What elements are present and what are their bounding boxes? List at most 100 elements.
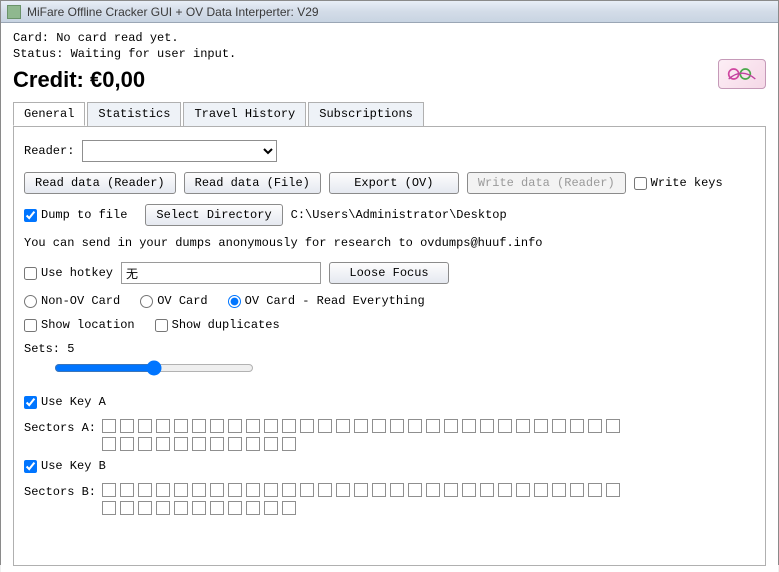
- sector-a-23-checkbox[interactable]: [516, 419, 530, 433]
- use-key-a-wrap[interactable]: Use Key A: [24, 395, 106, 409]
- sector-a-30-checkbox[interactable]: [120, 437, 134, 451]
- sector-b-30-checkbox[interactable]: [120, 501, 134, 515]
- sector-b-12-checkbox[interactable]: [318, 483, 332, 497]
- use-hotkey-wrap[interactable]: Use hotkey: [24, 266, 113, 280]
- sector-a-19-checkbox[interactable]: [444, 419, 458, 433]
- sector-a-12-checkbox[interactable]: [318, 419, 332, 433]
- ov-radio[interactable]: [140, 295, 153, 308]
- ov-radio-wrap[interactable]: OV Card: [140, 294, 207, 308]
- sector-a-39-checkbox[interactable]: [282, 437, 296, 451]
- tab-subscriptions[interactable]: Subscriptions: [308, 102, 424, 126]
- sector-a-10-checkbox[interactable]: [282, 419, 296, 433]
- sector-b-33-checkbox[interactable]: [174, 501, 188, 515]
- sector-b-36-checkbox[interactable]: [228, 501, 242, 515]
- sector-b-18-checkbox[interactable]: [426, 483, 440, 497]
- sector-b-19-checkbox[interactable]: [444, 483, 458, 497]
- sector-a-9-checkbox[interactable]: [264, 419, 278, 433]
- sector-a-28-checkbox[interactable]: [606, 419, 620, 433]
- tab-general[interactable]: General: [13, 102, 85, 126]
- sector-b-31-checkbox[interactable]: [138, 501, 152, 515]
- sector-b-14-checkbox[interactable]: [354, 483, 368, 497]
- sector-a-5-checkbox[interactable]: [192, 419, 206, 433]
- sector-b-17-checkbox[interactable]: [408, 483, 422, 497]
- sector-b-10-checkbox[interactable]: [282, 483, 296, 497]
- sector-b-7-checkbox[interactable]: [228, 483, 242, 497]
- sector-b-5-checkbox[interactable]: [192, 483, 206, 497]
- sector-b-1-checkbox[interactable]: [120, 483, 134, 497]
- ov-everything-radio-wrap[interactable]: OV Card - Read Everything: [228, 294, 425, 308]
- sector-a-2-checkbox[interactable]: [138, 419, 152, 433]
- export-ov-button[interactable]: Export (OV): [329, 172, 459, 194]
- sector-a-7-checkbox[interactable]: [228, 419, 242, 433]
- sets-slider[interactable]: [54, 360, 254, 376]
- sector-a-6-checkbox[interactable]: [210, 419, 224, 433]
- sector-b-2-checkbox[interactable]: [138, 483, 152, 497]
- dump-to-file-wrap[interactable]: Dump to file: [24, 208, 127, 222]
- sector-a-37-checkbox[interactable]: [246, 437, 260, 451]
- sector-a-18-checkbox[interactable]: [426, 419, 440, 433]
- sector-b-37-checkbox[interactable]: [246, 501, 260, 515]
- read-data-file-button[interactable]: Read data (File): [184, 172, 321, 194]
- sector-b-27-checkbox[interactable]: [588, 483, 602, 497]
- sector-a-11-checkbox[interactable]: [300, 419, 314, 433]
- sector-a-21-checkbox[interactable]: [480, 419, 494, 433]
- sector-b-21-checkbox[interactable]: [480, 483, 494, 497]
- use-key-b-checkbox[interactable]: [24, 460, 37, 473]
- sector-b-39-checkbox[interactable]: [282, 501, 296, 515]
- sector-a-29-checkbox[interactable]: [102, 437, 116, 451]
- sector-b-0-checkbox[interactable]: [102, 483, 116, 497]
- sector-b-26-checkbox[interactable]: [570, 483, 584, 497]
- non-ov-radio[interactable]: [24, 295, 37, 308]
- dump-to-file-checkbox[interactable]: [24, 209, 37, 222]
- sector-a-34-checkbox[interactable]: [192, 437, 206, 451]
- sector-b-15-checkbox[interactable]: [372, 483, 386, 497]
- write-keys-checkbox-wrap[interactable]: Write keys: [634, 176, 723, 190]
- use-key-b-wrap[interactable]: Use Key B: [24, 459, 106, 473]
- sector-b-25-checkbox[interactable]: [552, 483, 566, 497]
- sector-a-24-checkbox[interactable]: [534, 419, 548, 433]
- reader-select[interactable]: [82, 140, 277, 162]
- sector-b-4-checkbox[interactable]: [174, 483, 188, 497]
- use-hotkey-checkbox[interactable]: [24, 267, 37, 280]
- sector-a-3-checkbox[interactable]: [156, 419, 170, 433]
- sector-b-9-checkbox[interactable]: [264, 483, 278, 497]
- sector-b-6-checkbox[interactable]: [210, 483, 224, 497]
- sector-a-38-checkbox[interactable]: [264, 437, 278, 451]
- sector-b-8-checkbox[interactable]: [246, 483, 260, 497]
- loose-focus-button[interactable]: Loose Focus: [329, 262, 449, 284]
- sector-b-29-checkbox[interactable]: [102, 501, 116, 515]
- show-location-wrap[interactable]: Show location: [24, 318, 135, 332]
- sector-a-32-checkbox[interactable]: [156, 437, 170, 451]
- sector-a-31-checkbox[interactable]: [138, 437, 152, 451]
- tab-travel-history[interactable]: Travel History: [183, 102, 306, 126]
- sector-b-28-checkbox[interactable]: [606, 483, 620, 497]
- sector-b-24-checkbox[interactable]: [534, 483, 548, 497]
- sector-b-35-checkbox[interactable]: [210, 501, 224, 515]
- sector-a-1-checkbox[interactable]: [120, 419, 134, 433]
- sector-a-35-checkbox[interactable]: [210, 437, 224, 451]
- sector-b-23-checkbox[interactable]: [516, 483, 530, 497]
- sector-b-22-checkbox[interactable]: [498, 483, 512, 497]
- ov-everything-radio[interactable]: [228, 295, 241, 308]
- tab-statistics[interactable]: Statistics: [87, 102, 181, 126]
- sector-b-38-checkbox[interactable]: [264, 501, 278, 515]
- write-keys-checkbox[interactable]: [634, 177, 647, 190]
- select-directory-button[interactable]: Select Directory: [145, 204, 282, 226]
- sector-b-3-checkbox[interactable]: [156, 483, 170, 497]
- sector-a-15-checkbox[interactable]: [372, 419, 386, 433]
- sector-a-13-checkbox[interactable]: [336, 419, 350, 433]
- sector-a-20-checkbox[interactable]: [462, 419, 476, 433]
- sector-b-34-checkbox[interactable]: [192, 501, 206, 515]
- non-ov-radio-wrap[interactable]: Non-OV Card: [24, 294, 120, 308]
- show-location-checkbox[interactable]: [24, 319, 37, 332]
- sector-a-36-checkbox[interactable]: [228, 437, 242, 451]
- sector-b-16-checkbox[interactable]: [390, 483, 404, 497]
- sector-a-26-checkbox[interactable]: [570, 419, 584, 433]
- sector-a-25-checkbox[interactable]: [552, 419, 566, 433]
- sector-a-14-checkbox[interactable]: [354, 419, 368, 433]
- show-duplicates-checkbox[interactable]: [155, 319, 168, 332]
- sector-a-0-checkbox[interactable]: [102, 419, 116, 433]
- sector-a-27-checkbox[interactable]: [588, 419, 602, 433]
- hotkey-input[interactable]: [121, 262, 321, 284]
- sector-b-20-checkbox[interactable]: [462, 483, 476, 497]
